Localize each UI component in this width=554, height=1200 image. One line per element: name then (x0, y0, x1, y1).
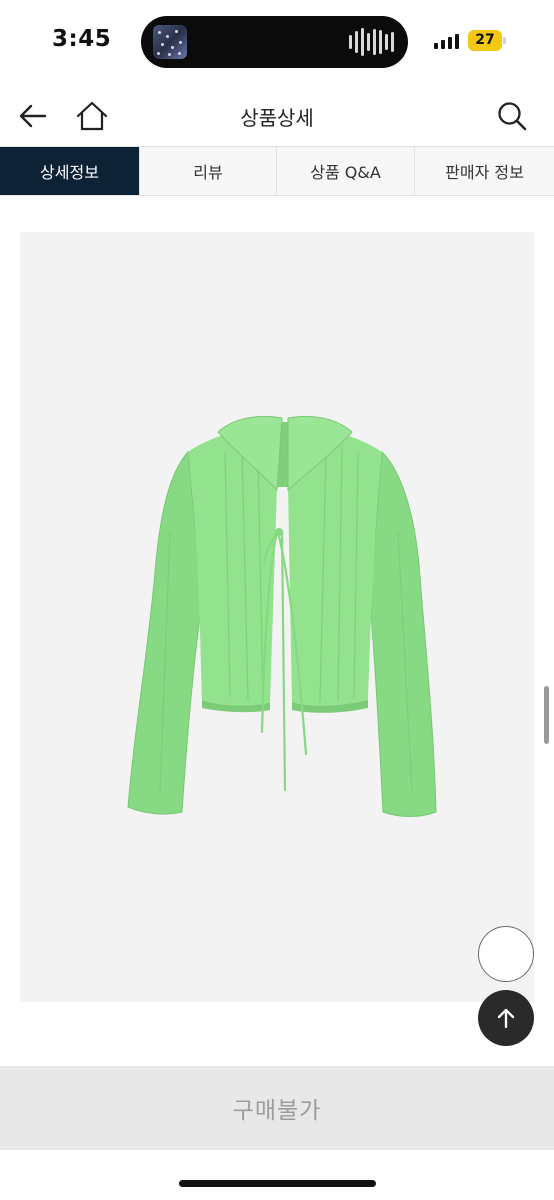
tab-detail-info[interactable]: 상세정보 (0, 147, 140, 195)
status-time: 3:45 (52, 26, 112, 52)
product-tabs: 상세정보 리뷰 상품 Q&A 판매자 정보 (0, 146, 554, 196)
cellular-signal-icon (434, 33, 459, 49)
tab-seller-info[interactable]: 판매자 정보 (415, 147, 554, 195)
scrollbar[interactable] (544, 686, 549, 744)
battery-level: 27 (475, 32, 495, 48)
scroll-to-top-button[interactable] (478, 990, 534, 1046)
dynamic-island[interactable] (141, 16, 408, 68)
home-indicator[interactable] (179, 1180, 376, 1187)
top-navigation-bar: 상품상세 (0, 88, 554, 146)
green-cardigan-illustration (127, 415, 437, 817)
search-button[interactable] (494, 98, 530, 134)
product-image[interactable] (20, 232, 534, 1002)
circle-floating-button[interactable] (478, 926, 534, 982)
now-playing-album-art (153, 25, 187, 59)
page-title: 상품상세 (240, 106, 314, 130)
battery-icon: 27 (468, 30, 506, 51)
arrow-up-icon (497, 1008, 515, 1029)
status-bar: 3:45 27 (0, 0, 554, 84)
tab-product-qna[interactable]: 상품 Q&A (277, 147, 415, 195)
tab-reviews[interactable]: 리뷰 (140, 147, 277, 195)
search-icon (498, 102, 527, 131)
audio-waveform-icon (349, 28, 394, 56)
purchase-button-label: 구매불가 (232, 1098, 322, 1124)
purchase-button[interactable]: 구매불가 (0, 1066, 554, 1150)
